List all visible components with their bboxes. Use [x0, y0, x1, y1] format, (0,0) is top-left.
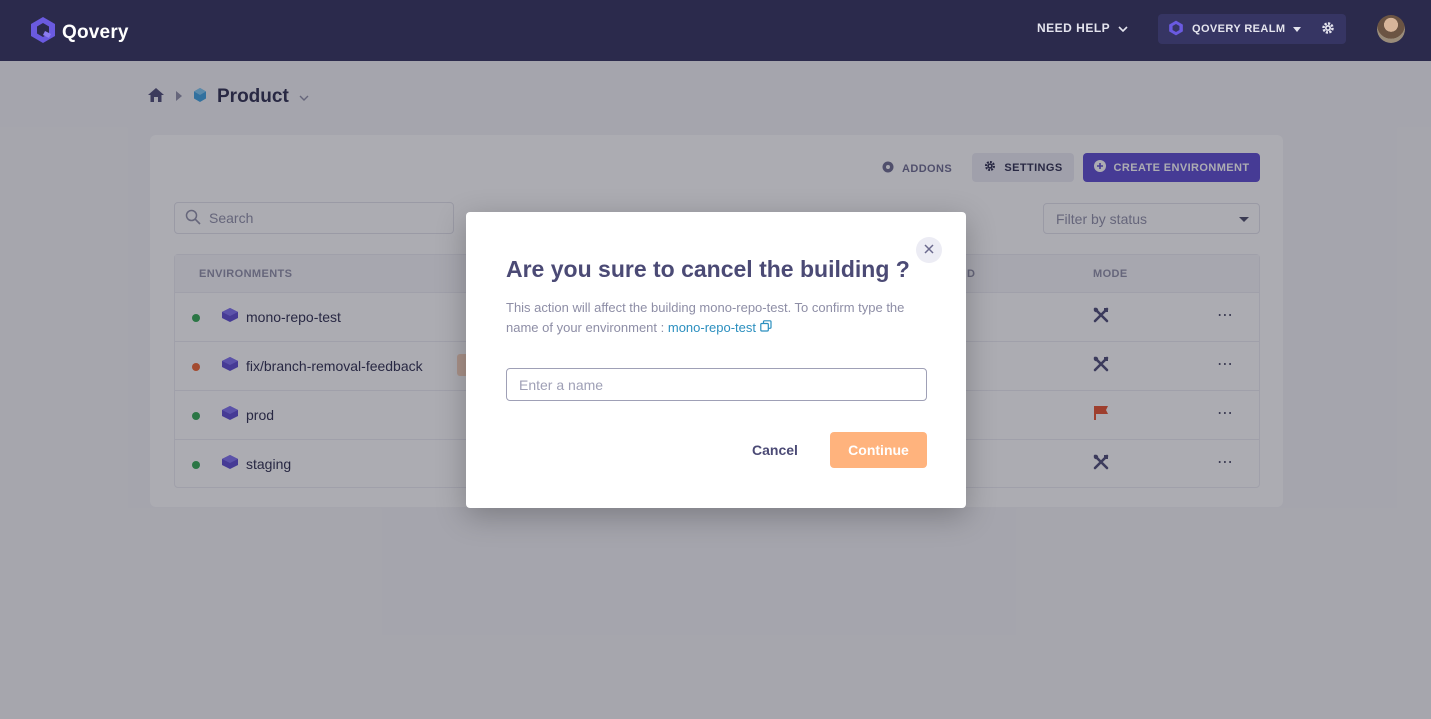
organization-label: QOVERY REALM [1192, 23, 1286, 35]
need-help-menu[interactable]: NEED HELP [1037, 21, 1128, 35]
close-button[interactable] [916, 237, 942, 263]
gear-icon[interactable] [1320, 20, 1336, 39]
top-navbar: Qovery NEED HELP QOVERY REALM [0, 0, 1431, 61]
cancel-build-modal: Are you sure to cancel the building ? Th… [466, 212, 966, 508]
logo[interactable]: Qovery [30, 16, 129, 49]
organization-icon [1168, 20, 1184, 39]
continue-button[interactable]: Continue [830, 432, 927, 468]
need-help-label: NEED HELP [1037, 21, 1111, 35]
cancel-button[interactable]: Cancel [740, 432, 810, 468]
copy-icon[interactable] [759, 320, 772, 335]
app-name: Qovery [62, 21, 129, 43]
qovery-logo-icon [30, 16, 56, 49]
close-icon [924, 241, 934, 259]
caret-down-icon [1293, 23, 1302, 35]
chevron-down-icon [1118, 21, 1128, 35]
environment-name-link[interactable]: mono-repo-test [668, 320, 756, 335]
organization-selector[interactable]: QOVERY REALM [1158, 14, 1346, 44]
avatar[interactable] [1377, 15, 1405, 43]
environment-name-input[interactable] [506, 368, 927, 401]
modal-description: This action will affect the building mon… [506, 298, 936, 338]
modal-title: Are you sure to cancel the building ? [506, 256, 910, 282]
